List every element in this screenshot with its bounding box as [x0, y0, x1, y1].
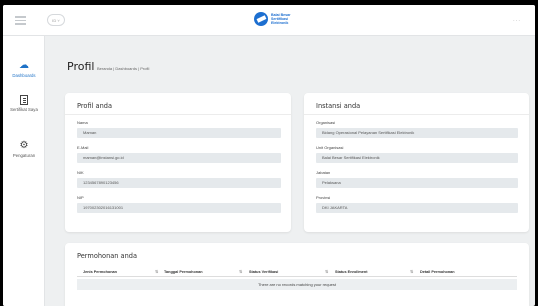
- field-label: Nama: [77, 120, 88, 125]
- field-label: Provinsi: [316, 195, 331, 200]
- column-header[interactable]: Jenis Permohonan: [83, 270, 117, 274]
- institution-card-title: Instansi anda: [316, 102, 361, 110]
- table-header: Jenis Permohonan ⇅ Tanggal Permohonan ⇅ …: [77, 267, 517, 277]
- sidebar-item-label: Dashboards: [12, 73, 36, 78]
- app-window: ID ˅ Balai Besar Sertifikasi Elektronik …: [3, 5, 535, 306]
- language-selector[interactable]: ID ˅: [47, 14, 65, 26]
- column-header[interactable]: Status Verifikasi: [249, 270, 278, 274]
- field-label: NIK: [77, 170, 84, 175]
- menu-icon[interactable]: [15, 16, 26, 25]
- province-field: DKI JAKARTA: [316, 203, 518, 213]
- sort-icon[interactable]: ⇅: [155, 269, 158, 274]
- bsre-logo[interactable]: Balai Besar Sertifikasi Elektronik: [254, 12, 291, 26]
- organization-field: Bidang Operasional Pelayanan Sertifikasi…: [316, 128, 518, 138]
- field-label: Organisasi: [316, 120, 336, 125]
- more-icon[interactable]: ...: [513, 17, 521, 23]
- divider: [304, 114, 529, 115]
- logo-text-line-3: Elektronik: [271, 21, 289, 25]
- position-field: Pelaksana: [316, 178, 518, 188]
- profile-card: Profil anda Nama Maman E-Mail maman@inst…: [65, 93, 291, 232]
- unit-field: Balai Besar Sertifikasi Elektronik: [316, 153, 518, 163]
- sort-icon[interactable]: ⇅: [410, 269, 413, 274]
- sidebar-item-sertifikat[interactable]: Sertifikat Saya: [3, 95, 45, 112]
- column-header[interactable]: Tanggal Permohonan: [164, 270, 203, 274]
- field-label: E-Mail: [77, 145, 89, 150]
- profile-card-title: Profil anda: [77, 102, 112, 110]
- sidebar: ☁ Dashboards Sertifikat Saya ⚙ Pengatura…: [3, 36, 45, 306]
- sidebar-item-pengaturan[interactable]: ⚙ Pengaturan: [3, 140, 45, 158]
- page-title: Profil: [67, 60, 95, 73]
- sort-icon[interactable]: ⇅: [239, 269, 242, 274]
- applications-card: Permohonan anda Jenis Permohonan ⇅ Tangg…: [65, 243, 529, 306]
- field-label: NIP: [77, 195, 84, 200]
- name-field: Maman: [77, 128, 281, 138]
- field-label: Jabatan: [316, 170, 331, 175]
- sidebar-item-label: Sertifikat Saya: [10, 107, 38, 112]
- table-empty-row: There are no records matching your reque…: [77, 279, 517, 290]
- sidebar-item-dashboards[interactable]: ☁ Dashboards: [3, 60, 45, 78]
- divider: [65, 114, 291, 115]
- column-header[interactable]: Status Enrollment: [335, 270, 368, 274]
- institution-card: Instansi anda Organisasi Bidang Operasio…: [304, 93, 529, 232]
- breadcrumb: Beranda | Dashboards | Profil: [97, 66, 150, 71]
- logo-mark-icon: [254, 12, 268, 26]
- cloud-icon: ☁: [19, 60, 29, 71]
- column-header[interactable]: Detail Permohonan: [420, 270, 455, 274]
- sidebar-item-label: Pengaturan: [12, 153, 36, 158]
- nik-field: 1234567890123456: [77, 178, 281, 188]
- certificate-icon: [20, 95, 28, 105]
- email-field: maman@instansi.go.id: [77, 153, 281, 163]
- field-label: Unit Organisasi: [316, 145, 344, 150]
- nip-field: 197002302016131001: [77, 203, 281, 213]
- applications-card-title: Permohonan anda: [77, 252, 138, 260]
- gear-icon: ⚙: [19, 140, 29, 151]
- sort-icon[interactable]: ⇅: [325, 269, 328, 274]
- top-bar: ID ˅ Balai Besar Sertifikasi Elektronik …: [3, 5, 535, 36]
